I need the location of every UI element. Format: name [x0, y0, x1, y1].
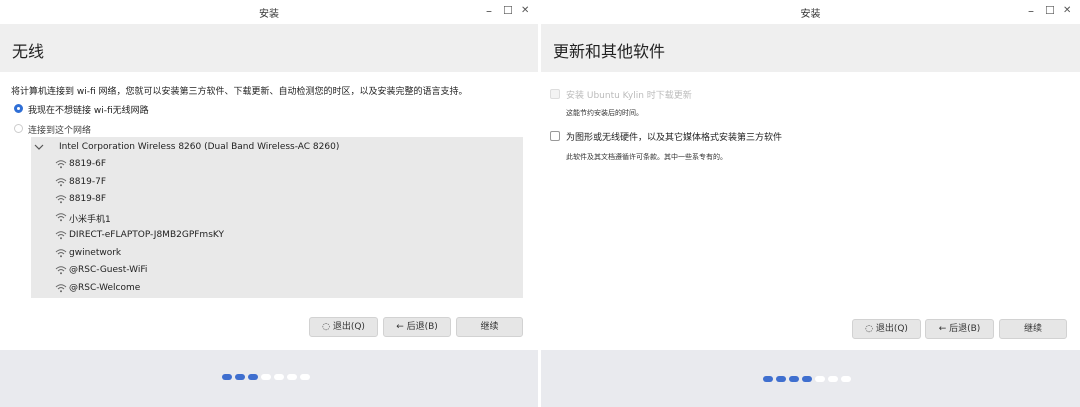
- progress-dot: [841, 376, 851, 382]
- installer-window-updates: 安装 – ☐ ✕ 更新和其他软件 安装 Ubuntu Kylin 时下载更新 这…: [541, 0, 1080, 407]
- network-label: @RSC-Welcome: [69, 282, 141, 293]
- progress-dot: [287, 374, 297, 380]
- installer-window-wireless: 安装 – ☐ ✕ 无线 将计算机连接到 wi-fi 网络，您就可以安装第三方软件…: [0, 0, 538, 407]
- network-row[interactable]: 8819-7F: [31, 174, 523, 191]
- wifi-icon: [55, 195, 67, 204]
- network-row[interactable]: DIRECT-eFLAPTOP-J8MB2GPFmsKY: [31, 227, 523, 244]
- back-button-label: 后退(B): [406, 322, 438, 332]
- continue-button[interactable]: 继续: [999, 319, 1067, 339]
- arrow-left-icon: ←: [938, 324, 947, 334]
- progress-dot: [828, 376, 838, 382]
- back-button-label: 后退(B): [949, 324, 981, 334]
- network-list[interactable]: Intel Corporation Wireless 8260 (Dual Ba…: [31, 137, 523, 298]
- arrow-left-icon: ←: [396, 322, 404, 332]
- network-label: 8819-7F: [69, 176, 107, 187]
- title-bar: 安装 – ☐ ✕: [0, 0, 538, 24]
- progress-dots: [763, 376, 851, 382]
- third-party-checkbox[interactable]: [550, 131, 560, 141]
- wifi-icon: [55, 177, 67, 186]
- network-row[interactable]: @RSC-Guest-WiFi: [31, 262, 523, 279]
- wifi-icon: [55, 213, 67, 222]
- download-updates-checkbox[interactable]: [550, 89, 560, 99]
- progress-dot: [248, 374, 258, 380]
- progress-dot: [763, 376, 773, 382]
- close-button[interactable]: ✕: [521, 3, 529, 19]
- progress-dot: [261, 374, 271, 380]
- power-icon: ◌: [865, 324, 873, 334]
- back-button[interactable]: ← 后退(B): [925, 319, 994, 339]
- radio-no-wifi[interactable]: [14, 104, 23, 113]
- wifi-icon: [55, 248, 67, 257]
- third-party-note: 此软件及其文档遵循许可条款。其中一些系专有的。: [566, 153, 727, 161]
- page-header: 无线: [0, 24, 538, 72]
- network-row[interactable]: 8819-6F: [31, 156, 523, 173]
- quit-button[interactable]: ◌ 退出(Q): [852, 319, 921, 339]
- minimize-button[interactable]: –: [1028, 3, 1034, 19]
- network-row[interactable]: 小米手机1: [31, 209, 523, 226]
- network-row[interactable]: 8819-8F: [31, 191, 523, 208]
- adapter-label: Intel Corporation Wireless 8260 (Dual Ba…: [59, 142, 340, 152]
- minimize-button[interactable]: –: [486, 3, 492, 19]
- network-label: 8819-6F: [69, 159, 107, 169]
- network-label: DIRECT-eFLAPTOP-J8MB2GPFmsKY: [69, 229, 224, 240]
- progress-dot: [776, 376, 786, 382]
- network-row[interactable]: gwinetwork: [31, 245, 523, 262]
- page-header: 更新和其他软件: [541, 24, 1080, 72]
- maximize-button[interactable]: ☐: [503, 3, 513, 19]
- window-title: 安装: [259, 9, 279, 20]
- network-label: @RSC-Guest-WiFi: [69, 265, 148, 276]
- wifi-icon: [55, 231, 67, 240]
- progress-dot: [235, 374, 245, 380]
- quit-button[interactable]: ◌ 退出(Q): [309, 317, 378, 337]
- adapter-row[interactable]: Intel Corporation Wireless 8260 (Dual Ba…: [31, 139, 523, 156]
- power-icon: ◌: [322, 322, 330, 332]
- progress-dots: [222, 374, 310, 380]
- wifi-icon: [55, 266, 67, 275]
- continue-button[interactable]: 继续: [456, 317, 523, 337]
- back-button[interactable]: ← 后退(B): [383, 317, 451, 337]
- maximize-button[interactable]: ☐: [1045, 3, 1055, 19]
- page-title: 无线: [12, 42, 45, 61]
- wifi-icon: [55, 160, 67, 169]
- progress-dot: [789, 376, 799, 382]
- chevron-down-icon[interactable]: [34, 144, 44, 150]
- progress-dot: [802, 376, 812, 382]
- window-title: 安装: [800, 9, 821, 20]
- network-label: 8819-8F: [69, 194, 107, 205]
- network-row[interactable]: @RSC-Welcome: [31, 280, 523, 297]
- page-title: 更新和其他软件: [553, 42, 666, 61]
- quit-button-label: 退出(Q): [332, 322, 365, 332]
- wifi-icon: [55, 284, 67, 293]
- radio-connect-network[interactable]: [14, 124, 23, 133]
- download-updates-note: 这能节约安装后的时间。: [566, 109, 643, 117]
- download-updates-label[interactable]: 安装 Ubuntu Kylin 时下载更新: [566, 88, 692, 101]
- progress-dot: [222, 374, 232, 380]
- quit-button-label: 退出(Q): [875, 324, 908, 334]
- radio-no-wifi-label[interactable]: 我现在不想链接 wi-fi无线网路: [28, 103, 149, 116]
- progress-dot: [274, 374, 284, 380]
- network-label: gwinetwork: [69, 247, 122, 258]
- radio-connect-network-label[interactable]: 连接到这个网络: [28, 123, 91, 136]
- progress-dot: [815, 376, 825, 382]
- third-party-label[interactable]: 为图形或无线硬件，以及其它媒体格式安装第三方软件: [566, 130, 782, 143]
- wifi-description: 将计算机连接到 wi-fi 网络，您就可以安装第三方软件、下载更新、自动检测您的…: [11, 87, 468, 97]
- network-label: 小米手机1: [69, 215, 111, 226]
- close-button[interactable]: ✕: [1063, 3, 1071, 19]
- progress-dot: [300, 374, 310, 380]
- title-bar: 安装 – ☐ ✕: [541, 0, 1080, 24]
